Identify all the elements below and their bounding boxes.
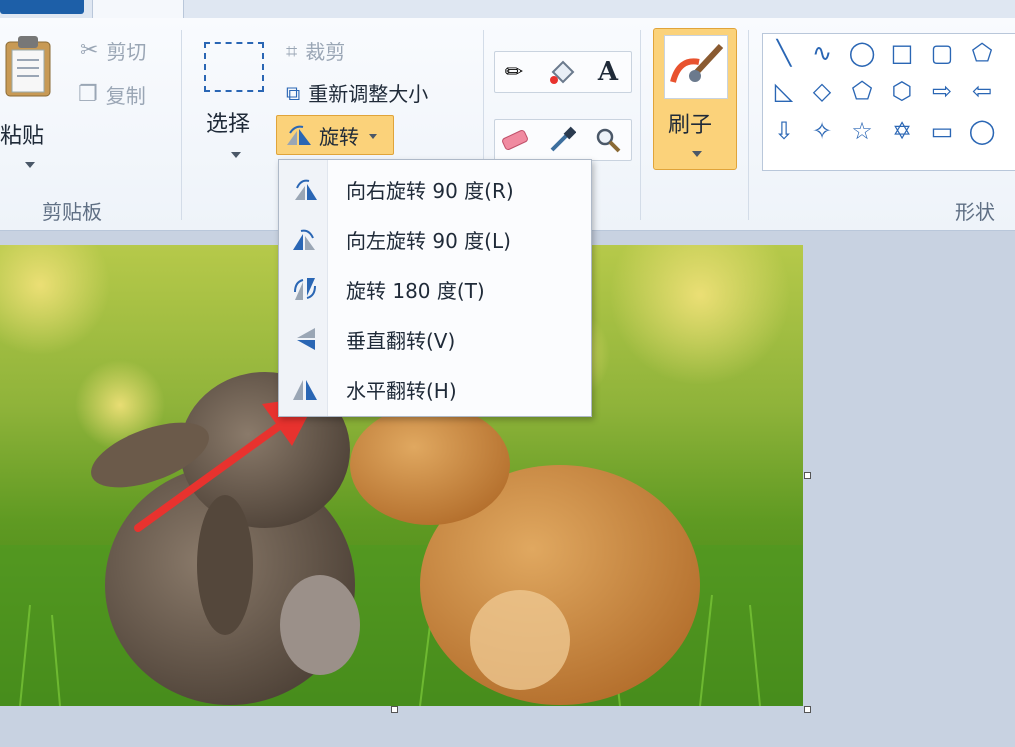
copy-button[interactable]: ❐ 复制 — [78, 80, 146, 109]
file-menu-tab[interactable] — [0, 0, 84, 14]
rotate-button[interactable]: 旋转 — [276, 115, 394, 155]
oval-shape-icon[interactable]: ◯ — [845, 36, 879, 70]
tab-view[interactable] — [215, 0, 275, 4]
menu-item-label: 水平翻转(H) — [346, 378, 457, 403]
group-divider — [640, 30, 641, 220]
scissors-icon: ✂ — [80, 38, 99, 63]
pencil-icon[interactable]: ✏ — [497, 54, 531, 90]
menu-item-flip-vertical[interactable]: 垂直翻转(V) — [279, 314, 591, 364]
group-divider — [181, 30, 182, 220]
tab-home[interactable] — [92, 0, 184, 20]
select-label: 选择 — [206, 112, 251, 137]
copy-label: 复制 — [105, 84, 146, 108]
menu-item-label: 向右旋转 90 度(R) — [346, 178, 514, 203]
menu-item-rotate-left-90[interactable]: 向左旋转 90 度(L) — [279, 214, 591, 264]
rounded-rectangle-shape-icon[interactable]: ▢ — [925, 36, 959, 70]
rotate-right-icon — [295, 179, 317, 200]
diamond-shape-icon[interactable]: ◇ — [805, 74, 839, 108]
paste-button[interactable]: 粘贴 — [0, 28, 60, 178]
magnifier-icon[interactable] — [591, 122, 625, 158]
resize-icon: ⧉ — [286, 80, 301, 105]
chevron-down-icon — [692, 151, 702, 157]
chevron-down-icon — [25, 162, 35, 168]
pentagon-shape-icon[interactable]: ⬠ — [845, 74, 879, 108]
resize-label: 重新调整大小 — [308, 82, 429, 106]
menu-item-label: 向左旋转 90 度(L) — [346, 228, 511, 253]
rectangle-shape-icon[interactable]: □ — [885, 36, 919, 70]
six-point-star-shape-icon[interactable]: ✡ — [885, 114, 919, 148]
resize-handle-right[interactable] — [804, 472, 811, 479]
chevron-down-icon — [231, 152, 241, 158]
triangle-shape-icon[interactable]: ◺ — [767, 74, 801, 108]
resize-handle-bottom[interactable] — [391, 706, 398, 713]
rotate-icon — [287, 125, 311, 145]
crop-label: 裁剪 — [305, 40, 346, 64]
brushes-label: 刷子 — [668, 113, 713, 138]
arrow-left-shape-icon[interactable]: ⇦ — [965, 74, 999, 108]
rotate-180-icon — [294, 278, 316, 300]
arrow-down-shape-icon[interactable]: ⇩ — [767, 114, 801, 148]
text-icon[interactable]: A — [591, 54, 625, 90]
resize-button[interactable]: ⧉ 重新调整大小 — [286, 78, 428, 107]
brushes-button[interactable]: 刷子 — [653, 28, 737, 170]
shapes-group-label: 形状 — [955, 200, 995, 224]
tools-row-2 — [494, 119, 632, 161]
curve-shape-icon[interactable]: ∿ — [805, 36, 839, 70]
crop-icon: ⌗ — [286, 38, 298, 63]
flip-horizontal-icon — [293, 380, 317, 400]
tools-row-1: ✏ A — [494, 51, 632, 93]
menu-item-rotate-right-90[interactable]: 向右旋转 90 度(R) — [279, 164, 591, 214]
hexagon-shape-icon[interactable]: ⬡ — [885, 74, 919, 108]
menu-item-rotate-180[interactable]: 旋转 180 度(T) — [279, 264, 591, 314]
group-divider — [748, 30, 749, 220]
cut-label: 剪切 — [106, 40, 147, 64]
resize-handle-corner[interactable] — [804, 706, 811, 713]
eraser-icon[interactable] — [497, 122, 531, 158]
polygon-shape-icon[interactable]: ⬠ — [965, 36, 999, 70]
chevron-down-icon — [369, 133, 377, 139]
paste-label: 粘贴 — [0, 124, 45, 149]
flip-vertical-icon — [297, 328, 315, 350]
rotate-dropdown-menu: 向右旋转 90 度(R) 向左旋转 90 度(L) 旋转 180 度(T) 垂直… — [278, 159, 592, 417]
select-button[interactable]: 选择 — [196, 28, 270, 178]
rotate-label: 旋转 — [319, 124, 359, 149]
clipboard-icon — [5, 36, 51, 97]
brush-icon — [664, 35, 728, 99]
clipboard-group-label: 剪贴板 — [42, 200, 102, 224]
color-picker-icon[interactable] — [545, 122, 579, 158]
fill-icon[interactable] — [545, 54, 579, 90]
menu-item-label: 垂直翻转(V) — [346, 328, 456, 353]
menu-item-label: 旋转 180 度(T) — [346, 278, 485, 303]
menu-item-flip-horizontal[interactable]: 水平翻转(H) — [279, 364, 591, 414]
copy-icon: ❐ — [78, 82, 98, 107]
line-shape-icon[interactable]: ╲ — [767, 36, 801, 70]
four-point-star-shape-icon[interactable]: ✧ — [805, 114, 839, 148]
callout-oval-shape-icon[interactable]: ◯ — [965, 114, 999, 148]
ribbon-tab-strip — [0, 0, 1015, 20]
five-point-star-shape-icon[interactable]: ☆ — [845, 114, 879, 148]
rotate-left-icon — [293, 229, 315, 250]
selection-rectangle-icon — [204, 42, 264, 92]
callout-rect-shape-icon[interactable]: ▭ — [925, 114, 959, 148]
arrow-right-shape-icon[interactable]: ⇨ — [925, 74, 959, 108]
shapes-gallery: ╲ ∿ ◯ □ ▢ ⬠ ◺ ◇ ⬠ ⬡ ⇨ ⇦ ⇩ ✧ ☆ ✡ ▭ ◯ — [762, 33, 1015, 171]
cut-button[interactable]: ✂ 剪切 — [80, 36, 146, 65]
crop-button[interactable]: ⌗ 裁剪 — [286, 36, 345, 65]
